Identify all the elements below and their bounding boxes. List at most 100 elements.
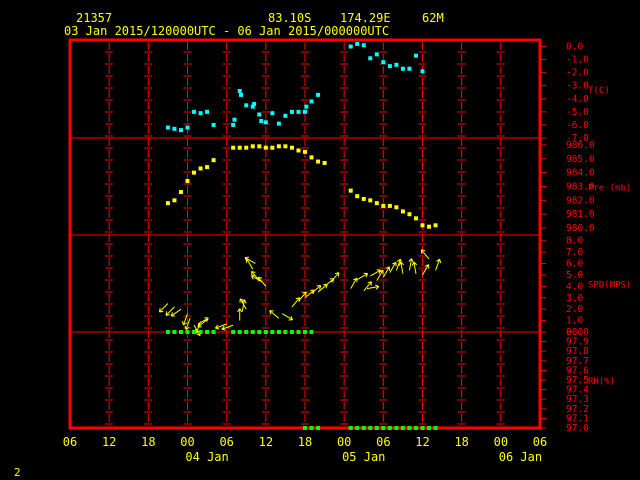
x-day-label: 06 Jan [499, 450, 542, 464]
data-point [239, 92, 244, 97]
x-tick-label: 18 [141, 435, 155, 449]
data-point [296, 109, 301, 114]
data-point [394, 205, 399, 210]
data-point [263, 145, 268, 150]
data-point [400, 66, 405, 71]
data-point [198, 330, 203, 334]
wind-arrow-head [181, 321, 184, 326]
data-point [165, 330, 170, 334]
data-point [361, 43, 366, 48]
data-point [185, 125, 190, 130]
wind-arrow [257, 276, 267, 287]
data-point [270, 111, 275, 116]
x-tick-label: 12 [259, 435, 273, 449]
x-tick-label: 00 [180, 435, 194, 449]
data-point [283, 330, 288, 334]
panel-label: T(C) [588, 86, 610, 96]
data-point [283, 113, 288, 118]
data-point [420, 223, 425, 228]
wind-arrow [420, 249, 430, 260]
y-tick-label: 4.0 [566, 281, 583, 292]
y-tick-label: 3.0 [566, 293, 583, 304]
data-point [322, 160, 327, 165]
data-point [289, 330, 294, 334]
data-point [381, 203, 386, 208]
data-point [400, 426, 405, 430]
panel-label: RH(%) [588, 377, 615, 387]
x-tick-label: 06 [533, 435, 547, 449]
data-point [289, 109, 294, 114]
x-day-label: 04 Jan [185, 450, 228, 464]
data-point [257, 144, 262, 149]
data-point [400, 209, 405, 214]
data-point [289, 145, 294, 150]
data-point [185, 330, 190, 334]
y-tick-label: 1.0 [566, 316, 583, 327]
data-point [427, 224, 432, 229]
wind-arrow-head [221, 328, 226, 331]
x-tick-label: 00 [494, 435, 508, 449]
data-point [427, 426, 432, 430]
data-point [231, 330, 236, 334]
data-point [348, 44, 353, 49]
y-tick-label: 0.0 [566, 42, 583, 53]
data-point [257, 330, 262, 334]
data-point [296, 148, 301, 153]
y-tick-label: -6.0 [566, 120, 589, 131]
y-tick-label: 982.0 [566, 195, 595, 206]
data-point [348, 188, 353, 193]
data-point [270, 145, 275, 150]
data-point [407, 66, 412, 71]
data-point [413, 426, 418, 430]
data-point [205, 330, 210, 334]
data-point [303, 330, 307, 334]
data-point [257, 112, 262, 117]
data-point [178, 330, 183, 334]
data-point [192, 330, 197, 334]
data-point [211, 122, 216, 127]
data-point [178, 190, 183, 195]
data-point [316, 92, 321, 97]
y-tick-label: -5.0 [566, 107, 589, 118]
data-point [205, 109, 210, 114]
y-tick-label: -3.0 [566, 81, 589, 92]
wind-arrow-head [374, 284, 380, 288]
x-tick-label: 06 [376, 435, 390, 449]
data-point [237, 145, 242, 150]
data-point [368, 426, 373, 430]
wind-arrow [330, 272, 340, 283]
y-tick-label: 985.0 [566, 154, 595, 165]
wind-arrow-head [243, 299, 247, 304]
data-point [172, 126, 177, 131]
data-point [381, 426, 386, 430]
data-point [304, 104, 309, 109]
data-point [348, 426, 353, 430]
data-point [244, 330, 249, 334]
data-point [244, 103, 249, 108]
meteogram-chart: 06 12 18 00 06 12 18 00 06 12 18 00 0604 Jan 05 Jan 06… [63, 38, 631, 464]
wind-arrow [269, 310, 280, 319]
data-point [374, 52, 379, 57]
data-point [178, 128, 183, 133]
data-point [387, 64, 392, 69]
data-point [250, 144, 255, 149]
data-point [165, 201, 170, 206]
data-point [296, 330, 301, 334]
wind-arrow-head [184, 325, 187, 330]
data-point [309, 426, 314, 430]
data-point [198, 111, 203, 116]
data-point [276, 330, 281, 334]
data-point [387, 203, 392, 208]
data-point [231, 122, 236, 127]
data-point [361, 196, 366, 201]
y-tick-label: 986.0 [566, 140, 595, 151]
data-point [303, 109, 307, 114]
wind-arrow [311, 285, 322, 294]
x-tick-label: 18 [454, 435, 468, 449]
data-point [270, 330, 275, 334]
x-tick-label: 18 [298, 435, 312, 449]
data-point [433, 426, 438, 430]
y-tick-label: 2.0 [566, 304, 583, 315]
data-point [355, 426, 360, 430]
data-point [355, 41, 360, 46]
